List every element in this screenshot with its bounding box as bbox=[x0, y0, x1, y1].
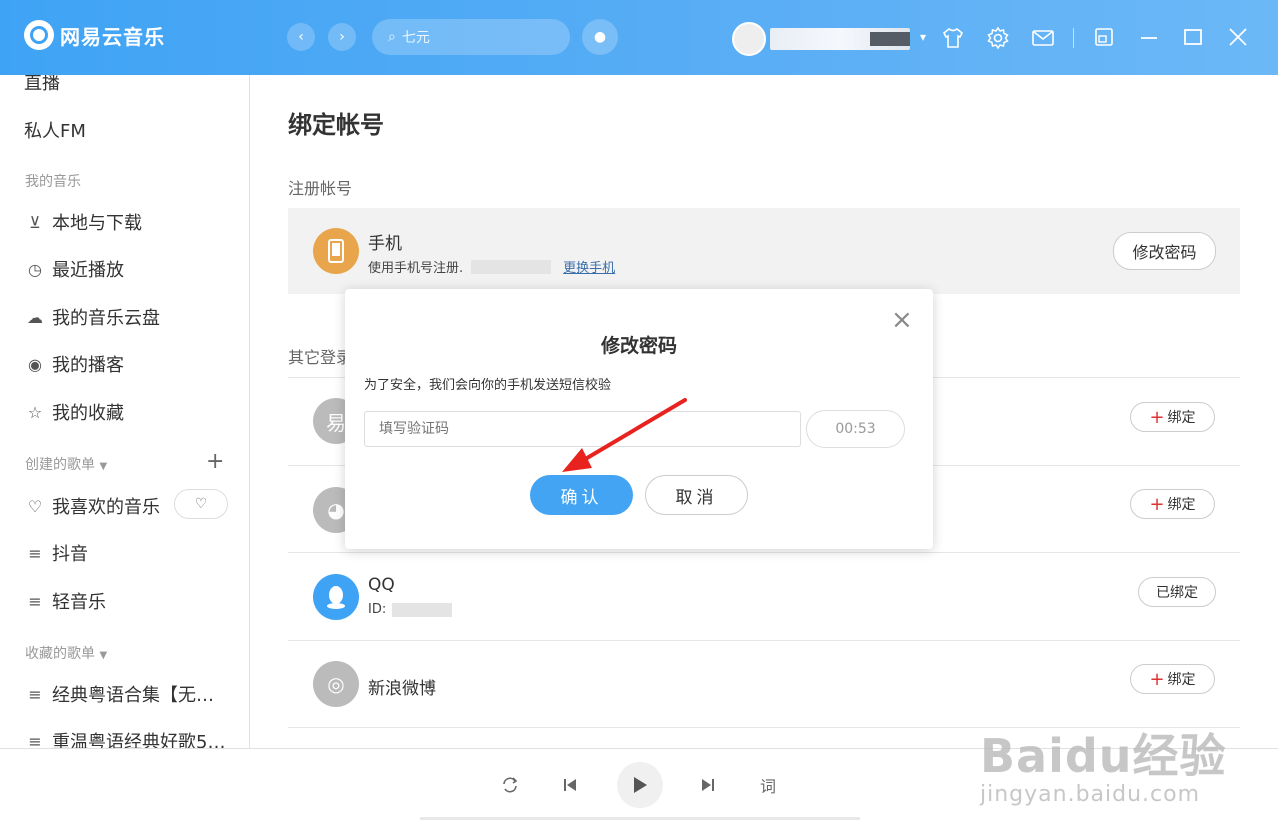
watermark-url: jingyan.baidu.com bbox=[980, 782, 1201, 807]
qq-account-name: QQ bbox=[368, 575, 395, 595]
verification-code-input[interactable] bbox=[364, 411, 801, 447]
sidebar-item-playlist[interactable]: ≡ 抖音 bbox=[24, 540, 88, 566]
playlist-icon: ≡ bbox=[28, 591, 42, 611]
caret-down-icon: ▼ bbox=[99, 650, 108, 661]
search-placeholder: 七元 bbox=[401, 30, 430, 46]
close-icon[interactable]: × bbox=[891, 307, 913, 333]
sidebar-item-private-fm[interactable]: 私人FM bbox=[24, 117, 86, 143]
unbind-button[interactable]: 已绑定 bbox=[1138, 577, 1216, 607]
bind-button[interactable]: + 绑定 bbox=[1130, 489, 1215, 519]
divider bbox=[288, 552, 1240, 553]
redacted-phone bbox=[471, 259, 552, 274]
weibo-account-name: 新浪微博 bbox=[368, 679, 436, 699]
mail-icon[interactable] bbox=[1031, 26, 1055, 50]
app-logo[interactable]: 网易云音乐 bbox=[24, 20, 165, 50]
phone-account-card: 手机 使用手机号注册. 更换手机 修改密码 bbox=[288, 208, 1240, 294]
back-button[interactable]: ‹ bbox=[287, 23, 315, 51]
microphone-icon: ● bbox=[593, 29, 607, 45]
create-playlist-button[interactable]: + bbox=[206, 449, 224, 474]
dialog-title: 修改密码 bbox=[600, 335, 677, 357]
page-title: 绑定帐号 bbox=[288, 111, 384, 139]
sidebar-item-playlist[interactable]: ≡ 轻音乐 bbox=[24, 588, 106, 614]
play-icon bbox=[634, 777, 647, 793]
weibo-icon: ◎ bbox=[313, 661, 359, 707]
chevron-right-icon: › bbox=[339, 29, 345, 45]
phone-icon bbox=[313, 228, 359, 274]
section-header-collected[interactable]: 收藏的歌单 ▼ bbox=[25, 643, 107, 663]
search-input[interactable]: ⌕ 七元 bbox=[372, 19, 570, 55]
progress-bar[interactable] bbox=[420, 817, 860, 820]
sidebar-item-recent[interactable]: ◷ 最近播放 bbox=[24, 256, 124, 282]
section-label-other: 其它登录 bbox=[288, 348, 353, 367]
gear-icon[interactable] bbox=[986, 26, 1010, 50]
bind-button[interactable]: + 绑定 bbox=[1130, 402, 1215, 432]
caret-down-icon: ▼ bbox=[99, 461, 108, 472]
playlist-icon: ≡ bbox=[28, 731, 42, 749]
sidebar-item-playlist[interactable]: ≡ 经典粤语合集【无… bbox=[24, 681, 214, 707]
phone-account-desc: 使用手机号注册. 更换手机 bbox=[368, 257, 615, 276]
change-password-button[interactable]: 修改密码 bbox=[1113, 232, 1216, 270]
divider bbox=[1073, 28, 1074, 48]
cancel-button[interactable]: 取消 bbox=[645, 475, 748, 515]
sidebar-item-collection[interactable]: ☆ 我的收藏 bbox=[24, 399, 124, 425]
bind-button[interactable]: + 绑定 bbox=[1130, 664, 1215, 694]
sidebar-item-playlist[interactable]: ≡ 重温粤语经典好歌5… bbox=[24, 728, 225, 749]
maximize-icon[interactable] bbox=[1182, 26, 1204, 48]
heart-icon: ♡ bbox=[27, 496, 43, 516]
forward-button[interactable]: › bbox=[328, 23, 356, 51]
playlist-icon: ≡ bbox=[28, 684, 42, 704]
close-icon[interactable] bbox=[1227, 26, 1249, 48]
section-label-registered: 注册帐号 bbox=[288, 179, 353, 198]
repeat-icon[interactable] bbox=[500, 775, 520, 795]
sidebar-item-liked[interactable]: ♡ 我喜欢的音乐 bbox=[24, 493, 160, 519]
sidebar-item-live[interactable]: 直播 bbox=[24, 75, 60, 95]
section-header-created[interactable]: 创建的歌单 ▼ bbox=[25, 454, 107, 474]
search-icon: ⌕ bbox=[388, 29, 396, 45]
previous-icon[interactable] bbox=[561, 776, 579, 794]
qq-icon bbox=[313, 574, 359, 620]
phone-account-name: 手机 bbox=[368, 234, 402, 254]
chevron-left-icon: ‹ bbox=[298, 29, 304, 45]
next-icon[interactable] bbox=[699, 776, 717, 794]
netease-logo-icon bbox=[24, 20, 54, 50]
playlist-icon: ≡ bbox=[28, 543, 42, 563]
baidu-watermark: Baidu经验 jingyan.baidu.com bbox=[980, 720, 1227, 807]
redacted-id bbox=[392, 602, 453, 617]
heartbeat-mode-button[interactable]: ♡ bbox=[174, 489, 228, 519]
voice-search-button[interactable]: ● bbox=[582, 19, 618, 55]
skin-icon[interactable] bbox=[941, 26, 965, 50]
sidebar-item-podcast[interactable]: ◉ 我的播客 bbox=[24, 351, 124, 377]
change-password-dialog: 修改密码 × 为了安全，我们会向你的手机发送短信校验 00:53 确认 取消 bbox=[345, 289, 933, 549]
qq-account-id: ID: bbox=[368, 602, 453, 617]
dialog-tip: 为了安全，我们会向你的手机发送短信校验 bbox=[364, 378, 612, 393]
chevron-down-icon[interactable]: ▾ bbox=[920, 30, 926, 44]
mini-mode-icon[interactable] bbox=[1093, 26, 1115, 48]
username-redacted[interactable] bbox=[770, 28, 910, 50]
sidebar-item-local-download[interactable]: ⊻ 本地与下载 bbox=[24, 209, 142, 235]
section-header-my-music: 我的音乐 bbox=[25, 174, 81, 190]
minimize-icon[interactable] bbox=[1138, 26, 1160, 48]
cloud-icon: ☁ bbox=[27, 307, 43, 327]
user-star-icon: ☆ bbox=[27, 402, 43, 422]
title-bar: 网易云音乐 ‹ › ⌕ 七元 ● ▾ bbox=[0, 0, 1278, 75]
app-name: 网易云音乐 bbox=[60, 24, 165, 49]
clock-icon: ◷ bbox=[28, 259, 42, 279]
sidebar-item-cloud[interactable]: ☁ 我的音乐云盘 bbox=[24, 304, 160, 330]
lyrics-button[interactable]: 词 bbox=[760, 773, 776, 797]
download-icon: ⊻ bbox=[29, 212, 41, 232]
avatar[interactable] bbox=[732, 22, 766, 56]
watermark-brand: Baidu经验 bbox=[980, 729, 1227, 783]
change-phone-link[interactable]: 更换手机 bbox=[563, 257, 615, 276]
divider bbox=[288, 640, 1240, 641]
play-button[interactable] bbox=[617, 762, 663, 808]
sidebar: 直播 私人FM 我的音乐 ⊻ 本地与下载 ◷ 最近播放 ☁ 我的音乐云盘 ◉ 我的播客 … bbox=[0, 75, 250, 748]
resend-countdown-button[interactable]: 00:53 bbox=[806, 410, 905, 448]
heart-pulse-icon: ♡ bbox=[194, 496, 208, 512]
confirm-button[interactable]: 确认 bbox=[530, 475, 633, 515]
podcast-icon: ◉ bbox=[28, 354, 42, 374]
